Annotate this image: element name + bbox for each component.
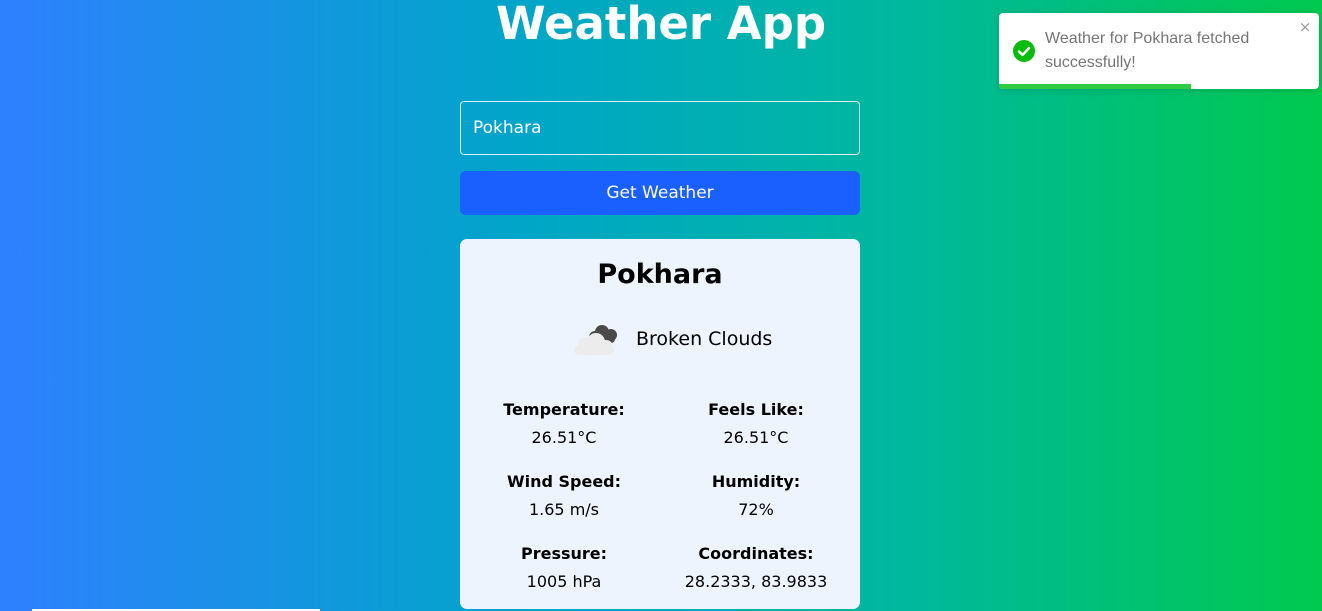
city-name: Pokhara: [597, 259, 723, 290]
close-icon[interactable]: ×: [1298, 17, 1312, 37]
coordinates-stat: Coordinates: 28.2333, 83.9833: [661, 544, 851, 592]
temperature-stat: Temperature: 26.51°C: [469, 400, 659, 448]
stat-value: 72%: [738, 500, 774, 519]
stat-label: Coordinates:: [698, 544, 814, 563]
stat-value: 1.65 m/s: [528, 500, 600, 519]
stat-label: Wind Speed:: [506, 472, 622, 491]
check-circle-icon: [1013, 40, 1035, 62]
stat-label: Temperature:: [503, 400, 625, 419]
broken-clouds-icon: [574, 325, 617, 355]
stat-value: 28.2333, 83.9833: [684, 572, 828, 591]
pressure-stat: Pressure: 1005 hPa: [469, 544, 659, 592]
stat-label: Feels Like:: [708, 400, 804, 419]
wind-speed-stat: Wind Speed: 1.65 m/s: [469, 472, 659, 520]
toast-progress-bar: [999, 84, 1191, 89]
stat-value: 26.51°C: [531, 428, 597, 447]
feels-like-stat: Feels Like: 26.51°C: [661, 400, 851, 448]
success-toast[interactable]: Weather for Pokhara fetched successfully…: [999, 13, 1319, 89]
weather-card: Pokhara Broken Clouds Temperature: 26.51…: [460, 239, 860, 609]
city-search-input[interactable]: [460, 101, 860, 155]
get-weather-button[interactable]: Get Weather: [460, 171, 860, 215]
stat-value: 26.51°C: [723, 428, 789, 447]
toast-message: Weather for Pokhara fetched successfully…: [1045, 30, 1250, 71]
weather-condition: Broken Clouds: [636, 328, 773, 350]
stat-label: Pressure:: [520, 544, 608, 563]
stat-value: 1005 hPa: [526, 572, 602, 591]
humidity-stat: Humidity: 72%: [661, 472, 851, 520]
stat-label: Humidity:: [711, 472, 801, 491]
